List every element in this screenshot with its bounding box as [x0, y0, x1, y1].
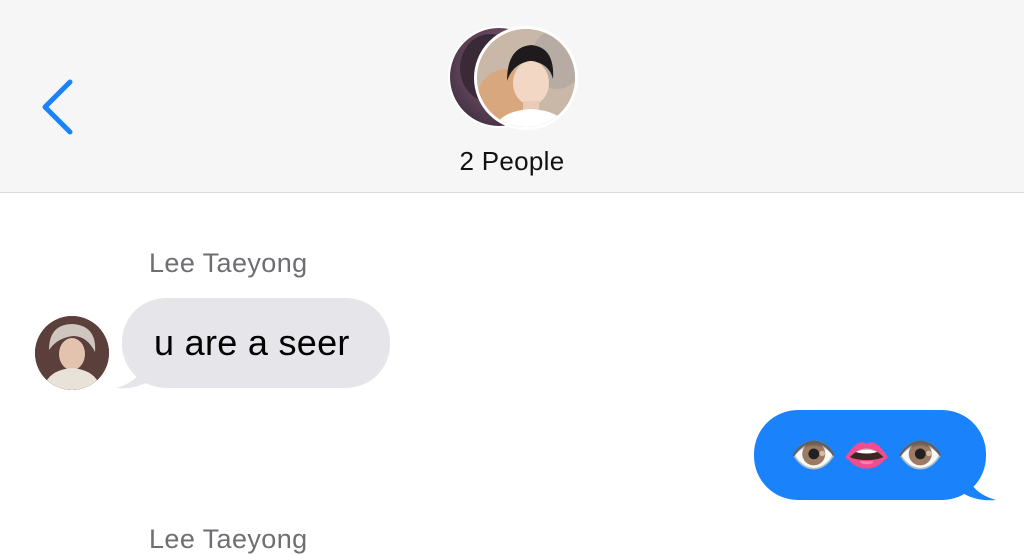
sender-name: Lee Taeyong [149, 248, 308, 278]
conversation-header: 2 People [0, 0, 1024, 193]
chevron-left-icon [42, 79, 73, 135]
group-avatars[interactable] [448, 26, 578, 130]
incoming-message-bubble[interactable]: u are a seer [122, 298, 390, 388]
back-button[interactable] [30, 72, 86, 142]
group-avatar-2 [474, 26, 578, 130]
sender-avatar[interactable] [35, 316, 109, 390]
conversation-title[interactable]: 2 People [0, 146, 1024, 177]
outgoing-message-bubble[interactable]: 👁️👄👁️ [754, 410, 986, 500]
